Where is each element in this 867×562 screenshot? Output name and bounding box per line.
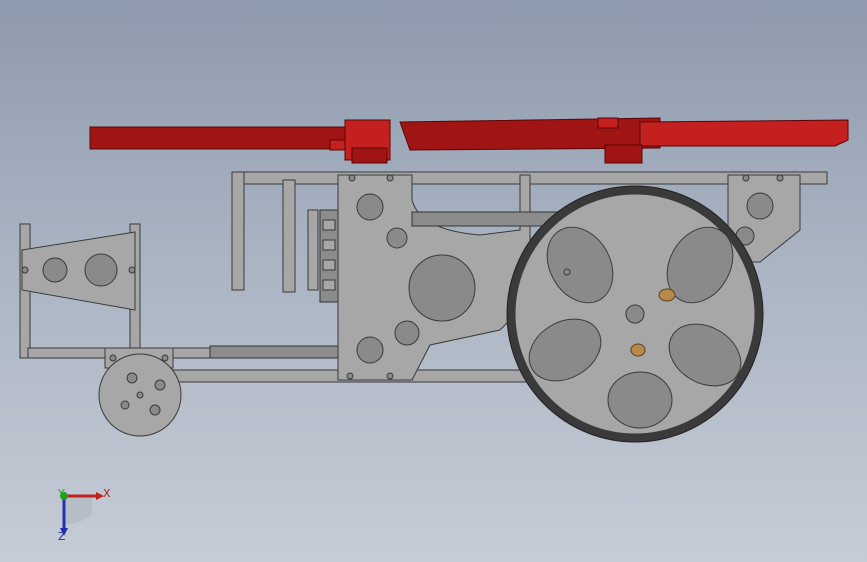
- cad-viewport[interactable]: X Y Z: [0, 0, 867, 562]
- red-slide-assembly: [89, 117, 849, 164]
- lower-rack-gear: [209, 345, 341, 359]
- drive-wheel: [506, 185, 764, 443]
- side-plate: [337, 174, 531, 381]
- y-axis-label: Y: [58, 487, 65, 500]
- z-axis-label: Z: [58, 530, 66, 543]
- left-bracket: [19, 223, 141, 359]
- pulley-stack: [319, 209, 339, 303]
- robot-assembly-model[interactable]: [0, 0, 867, 562]
- x-axis-label: X: [103, 487, 111, 500]
- caster-wheel: [98, 347, 182, 437]
